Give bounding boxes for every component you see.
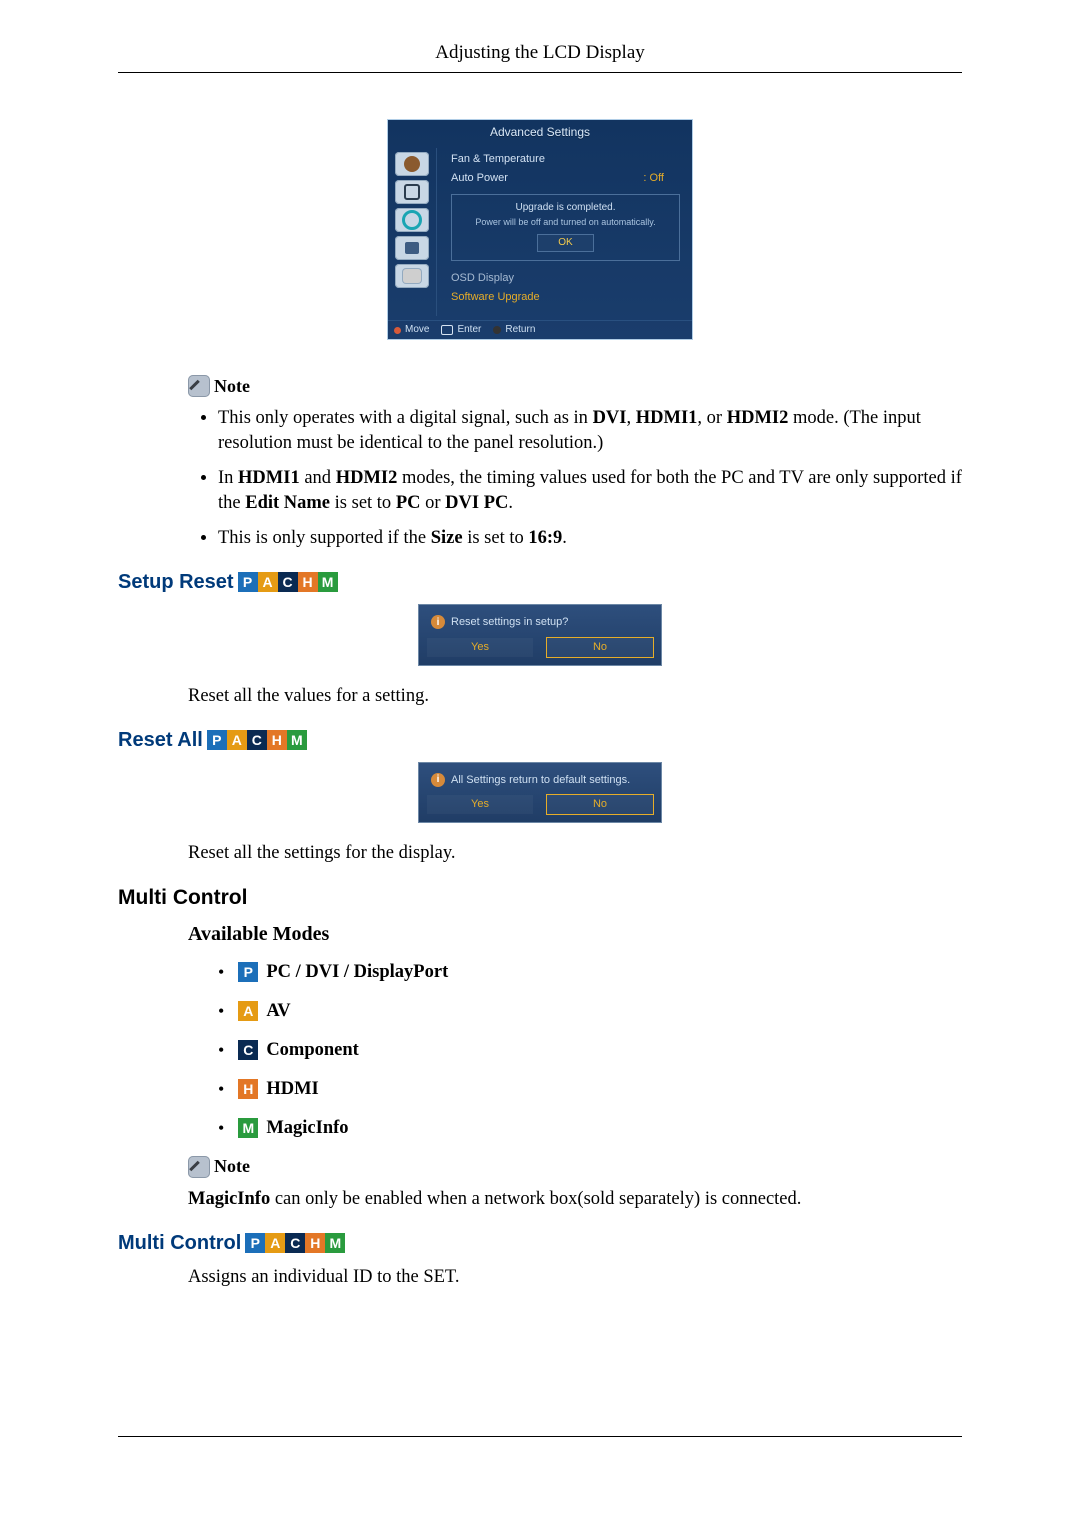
- note-item-2: In HDMI1 and HDMI2 modes, the timing val…: [218, 466, 962, 516]
- note-block-1: Note: [188, 374, 962, 398]
- badge-h-icon: H: [298, 572, 318, 592]
- page-title: Adjusting the LCD Display: [435, 42, 645, 63]
- osd-icon-4: [395, 236, 429, 260]
- para-multi-assigns: Assigns an individual ID to the SET.: [188, 1265, 962, 1290]
- badge-c-icon: C: [247, 730, 267, 750]
- osd-menu-fan: Fan & Temperature: [451, 150, 684, 169]
- badge-p-icon: P: [245, 1233, 265, 1253]
- badge-m-icon: M: [318, 572, 338, 592]
- osd-sidebar: [388, 148, 437, 317]
- osd-dialog-line2: Power will be off and turned on automati…: [460, 216, 671, 228]
- mode-item-component: C Component: [218, 1038, 962, 1063]
- badge-m-icon: M: [325, 1233, 345, 1253]
- badge-p-icon: P: [238, 572, 258, 592]
- badge-a-icon: A: [265, 1233, 285, 1253]
- popup-reset-msg: All Settings return to default settings.: [451, 773, 630, 788]
- info-icon: i: [431, 773, 445, 787]
- osd-title: Advanced Settings: [388, 120, 692, 148]
- osd-menu-osd-display: OSD Display: [451, 269, 684, 288]
- popup-reset-all: i All Settings return to default setting…: [118, 762, 962, 824]
- osd-dialog: Upgrade is completed. Power will be off …: [451, 194, 680, 261]
- popup-setup-yes: Yes: [427, 638, 533, 657]
- badge-h-icon: H: [305, 1233, 325, 1253]
- badge-c-icon: C: [285, 1233, 305, 1253]
- mode-item-pc: P PC / DVI / DisplayPort: [218, 960, 962, 985]
- osd-icon-3: [395, 208, 429, 232]
- subsection-available-modes: Available Modes: [188, 921, 962, 948]
- mode-name-component: Component: [266, 1038, 359, 1063]
- osd-footer-return: Return: [493, 323, 535, 337]
- section-reset-all-label: Reset All: [118, 727, 203, 754]
- info-icon: i: [431, 615, 445, 629]
- note-list-1: This only operates with a digital signal…: [188, 406, 962, 551]
- osd-screenshot: Advanced Settings Fan & Temperature Auto…: [387, 119, 693, 340]
- osd-menu-autopower: Auto Power : Off: [451, 169, 684, 188]
- badge-h-icon: H: [267, 730, 287, 750]
- mode-item-magicinfo: M MagicInfo: [218, 1116, 962, 1141]
- osd-icon-5: [395, 264, 429, 288]
- osd-menu-autopower-value: : Off: [643, 171, 664, 186]
- mode-item-av: A AV: [218, 999, 962, 1024]
- para-setup-reset: Reset all the values for a setting.: [188, 684, 962, 709]
- modes-list: P PC / DVI / DisplayPort A AV C Componen…: [188, 960, 962, 1141]
- osd-icon-2: [395, 180, 429, 204]
- badge-m-icon: M: [287, 730, 307, 750]
- osd-dialog-ok: OK: [537, 234, 593, 252]
- note-item-3: This is only supported if the Size is se…: [218, 526, 962, 551]
- note-label: Note: [214, 1154, 250, 1178]
- section-multi-control-label: Multi Control: [118, 884, 247, 912]
- mode-name-hdmi: HDMI: [266, 1077, 318, 1102]
- note-icon: [188, 375, 210, 397]
- osd-footer-move: Move: [394, 323, 429, 337]
- osd-footer: Move Enter Return: [388, 320, 692, 339]
- badge-a-icon: A: [227, 730, 247, 750]
- osd-menu-autopower-label: Auto Power: [451, 172, 508, 184]
- section-setup-reset-label: Setup Reset: [118, 569, 234, 596]
- badge-m-icon: M: [238, 1118, 258, 1138]
- badge-a-icon: A: [238, 1001, 258, 1021]
- badge-p-icon: P: [207, 730, 227, 750]
- osd-icon-1: [395, 152, 429, 176]
- section-multi-control: Multi Control: [118, 884, 962, 912]
- popup-setup-reset: i Reset settings in setup? Yes No: [118, 604, 962, 666]
- page-footer-rule: [118, 1436, 962, 1437]
- badge-a-icon: A: [258, 572, 278, 592]
- para-reset-all: Reset all the settings for the display.: [188, 841, 962, 866]
- section-setup-reset: Setup Reset P A C H M: [118, 569, 962, 596]
- popup-setup-msg: Reset settings in setup?: [451, 615, 568, 630]
- note-icon: [188, 1156, 210, 1178]
- mode-badges: P A C H M: [245, 1233, 345, 1253]
- mode-name-av: AV: [266, 999, 290, 1024]
- popup-setup-no: No: [547, 638, 653, 657]
- mode-badges: P A C H M: [238, 572, 338, 592]
- note-item-1: This only operates with a digital signal…: [218, 406, 962, 456]
- mode-item-hdmi: H HDMI: [218, 1077, 962, 1102]
- badge-c-icon: C: [238, 1040, 258, 1060]
- section-multi-control-2-label: Multi Control: [118, 1230, 241, 1257]
- osd-footer-enter: Enter: [441, 323, 481, 337]
- mode-name-pc: PC / DVI / DisplayPort: [266, 960, 448, 985]
- mode-name-magicinfo: MagicInfo: [266, 1116, 348, 1141]
- page-header: Adjusting the LCD Display: [118, 40, 962, 73]
- popup-reset-yes: Yes: [427, 795, 533, 814]
- osd-menu-software-upgrade: Software Upgrade: [451, 288, 684, 307]
- osd-dialog-line1: Upgrade is completed.: [460, 201, 671, 215]
- popup-reset-no: No: [547, 795, 653, 814]
- note-label: Note: [214, 374, 250, 398]
- mode-badges: P A C H M: [207, 730, 307, 750]
- note-block-2: Note: [188, 1154, 962, 1178]
- badge-p-icon: P: [238, 962, 258, 982]
- badge-c-icon: C: [278, 572, 298, 592]
- section-multi-control-2: Multi Control P A C H M: [118, 1230, 962, 1257]
- para-magicinfo-note: MagicInfo can only be enabled when a net…: [188, 1187, 962, 1212]
- section-reset-all: Reset All P A C H M: [118, 727, 962, 754]
- badge-h-icon: H: [238, 1079, 258, 1099]
